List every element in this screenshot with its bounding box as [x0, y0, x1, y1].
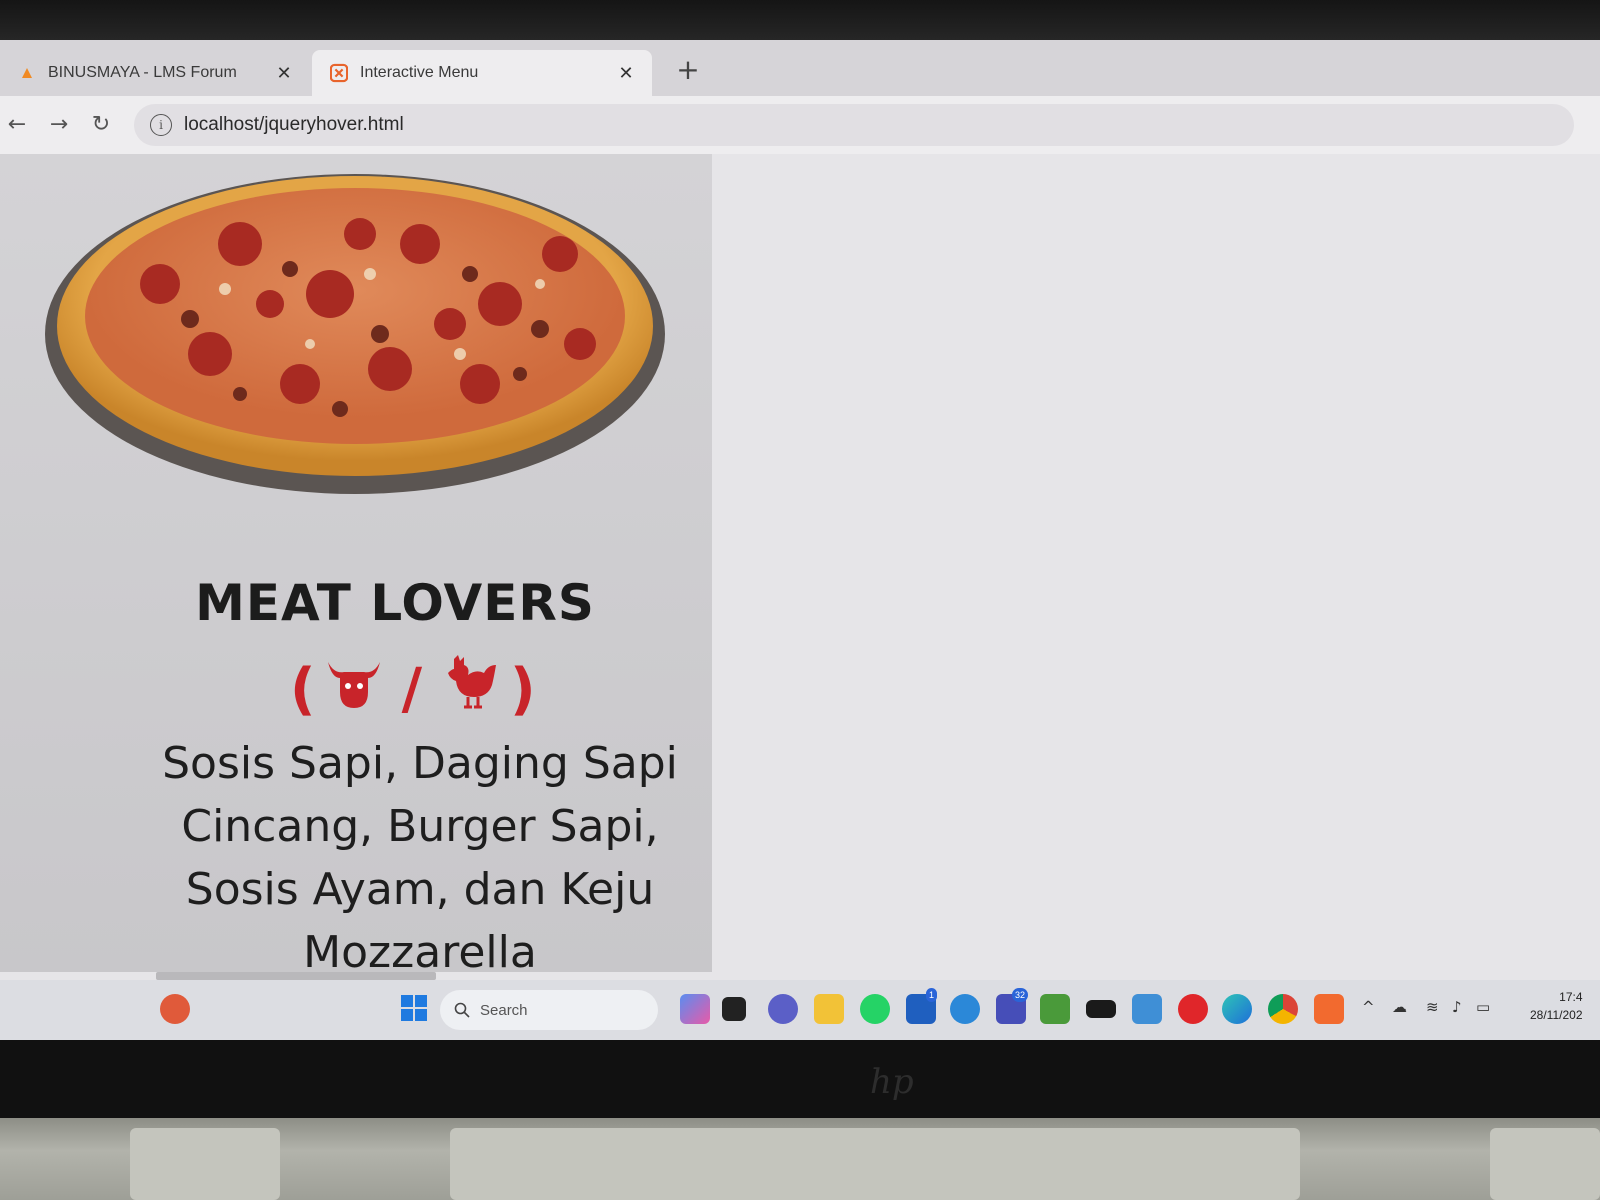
- pizza-image: [45, 174, 665, 494]
- hinge-slot: [130, 1128, 280, 1200]
- taskbar-clock[interactable]: 17:4 28/11/202: [1530, 988, 1583, 1024]
- beef-icon: [324, 652, 384, 726]
- taskbar-search[interactable]: Search: [440, 990, 658, 1030]
- remote-desktop-icon[interactable]: [1132, 994, 1162, 1024]
- help-icon[interactable]: [950, 994, 980, 1024]
- tab-title: Interactive Menu: [360, 64, 479, 81]
- clock-time: 17:4: [1559, 990, 1583, 1004]
- browser-tab-strip: BINUSMAYA - LMS Forum ✕ Interactive Menu…: [0, 40, 1600, 96]
- wifi-icon[interactable]: ≋: [1426, 998, 1439, 1016]
- weather-widget-icon[interactable]: [160, 994, 190, 1024]
- close-tab-icon[interactable]: ✕: [272, 63, 296, 84]
- hp-logo: hp: [870, 1062, 914, 1102]
- tag-separator: /: [401, 656, 423, 722]
- new-tab-button[interactable]: +: [670, 52, 706, 88]
- menu-item-card[interactable]: MEAT LOVERS ( / ) Sosis Sapi, Daging Sap…: [0, 154, 712, 978]
- hinge-slot: [450, 1128, 1300, 1200]
- teams-chat-icon[interactable]: [768, 994, 798, 1024]
- terminal-icon[interactable]: [1086, 1000, 1116, 1018]
- store-badge: 1: [926, 988, 938, 1002]
- battery-icon[interactable]: ▭: [1476, 998, 1490, 1016]
- tab-interactive-menu[interactable]: Interactive Menu ✕: [312, 50, 652, 96]
- xampp-icon[interactable]: [1314, 994, 1344, 1024]
- file-explorer-icon[interactable]: [814, 994, 844, 1024]
- copilot-icon[interactable]: [680, 994, 710, 1024]
- opera-icon[interactable]: [1178, 994, 1208, 1024]
- tab-binusmaya[interactable]: BINUSMAYA - LMS Forum ✕: [0, 50, 310, 96]
- onedrive-icon[interactable]: ☁: [1392, 998, 1407, 1016]
- windows-taskbar: Search 1 32 ^ ☁ ≋ ♪ ▭ 17:4 28/11/202: [0, 980, 1600, 1040]
- chrome-icon[interactable]: [1268, 994, 1298, 1024]
- windows-start-icon[interactable]: [400, 994, 430, 1024]
- close-tab-icon[interactable]: ✕: [614, 63, 638, 84]
- menu-item-title: MEAT LOVERS: [195, 574, 595, 632]
- clock-date: 28/11/202: [1530, 1008, 1583, 1022]
- tab-title: BINUSMAYA - LMS Forum: [48, 64, 237, 81]
- laptop-bezel-top: [0, 0, 1600, 40]
- tag-close-paren: ): [510, 656, 536, 722]
- laptop-screen: BINUSMAYA - LMS Forum ✕ Interactive Menu…: [0, 40, 1600, 1040]
- photos-icon[interactable]: [1040, 994, 1070, 1024]
- horizontal-scrollbar[interactable]: [156, 972, 436, 980]
- chicken-icon: [440, 651, 502, 727]
- meat-type-tags: ( / ): [290, 654, 536, 724]
- teams-badge: 32: [1012, 988, 1029, 1002]
- search-icon: [454, 1002, 470, 1018]
- task-view-icon[interactable]: [722, 997, 746, 1021]
- search-placeholder: Search: [480, 1001, 528, 1019]
- volume-icon[interactable]: ♪: [1452, 998, 1462, 1016]
- tag-open-paren: (: [290, 656, 316, 722]
- page-viewport: MEAT LOVERS ( / ) Sosis Sapi, Daging Sap…: [0, 154, 1600, 980]
- xampp-favicon-icon: [330, 63, 348, 83]
- whatsapp-icon[interactable]: [860, 994, 890, 1024]
- menu-item-description: Sosis Sapi, Daging Sapi Cincang, Burger …: [162, 738, 678, 978]
- edge-icon[interactable]: [1222, 994, 1252, 1024]
- chevron-up-icon[interactable]: ^: [1362, 998, 1375, 1016]
- hinge-slot: [1490, 1128, 1600, 1200]
- binusmaya-favicon-icon: [18, 64, 36, 82]
- laptop-bezel-bottom: [0, 1040, 1600, 1120]
- back-arrow-icon[interactable]: ←: [2, 110, 32, 140]
